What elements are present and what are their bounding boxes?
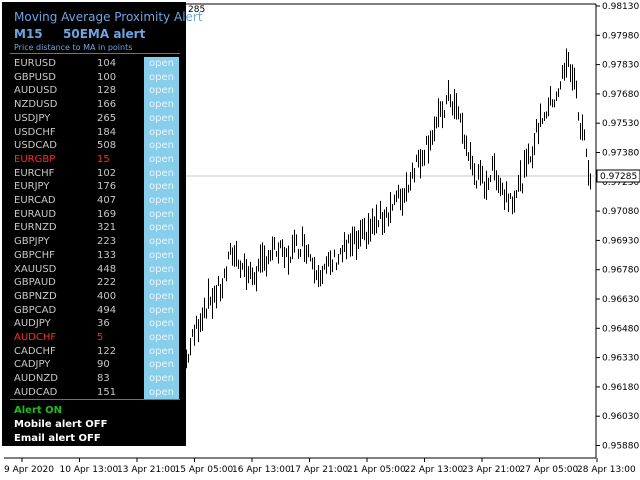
symbol-name: EURCHF (14, 167, 55, 179)
y-tick-label: 0.96780 (602, 266, 639, 276)
email-alert-status[interactable]: Email alert OFF (14, 433, 101, 444)
symbol-name: GBPNZD (14, 290, 57, 302)
symbol-name: EURGBP (14, 153, 56, 165)
x-tick-label: 23 Apr 21:00 (462, 465, 521, 475)
symbol-name: NZDUSD (14, 99, 58, 111)
distance-value: 265 (97, 112, 117, 124)
symbol-name: AUDUSD (14, 85, 58, 97)
distance-value: 448 (97, 263, 117, 275)
y-tick-label: 0.96930 (602, 236, 639, 246)
y-tick-label: 0.96480 (602, 324, 639, 334)
distance-value: 15 (97, 153, 110, 165)
distance-value: 494 (97, 304, 117, 316)
distance-value: 151 (97, 386, 117, 398)
symbol-name: AUDCAD (14, 386, 58, 398)
y-tick-label: 0.97680 (602, 90, 639, 100)
timeframe-label: M15 (14, 27, 43, 41)
distance-value: 223 (97, 236, 117, 248)
x-tick-label: 28 Apr 13:00 (577, 465, 636, 475)
symbol-name: CADJPY (14, 359, 51, 371)
y-tick-label: 0.97080 (602, 207, 639, 217)
distance-value: 508 (97, 140, 117, 152)
y-tick-label: 0.96330 (602, 354, 639, 364)
panel-title: Moving Average Proximity Alert (14, 10, 203, 24)
distance-value: 400 (97, 290, 117, 302)
y-tick-label: 0.98130 (602, 2, 639, 12)
distance-value: 166 (97, 99, 117, 111)
distance-value: 83 (97, 373, 110, 385)
x-tick-label: 10 Apr 13:00 (60, 465, 119, 475)
distance-value: 407 (97, 195, 117, 206)
x-tick-label: 21 Apr 05:00 (347, 465, 406, 475)
alert-status[interactable]: Alert ON (14, 405, 62, 416)
symbol-name: EURJPY (14, 181, 50, 193)
symbol-name: EURNZD (14, 222, 57, 234)
symbol-name: EURUSD (14, 58, 56, 69)
y-tick-label: 0.97830 (602, 61, 639, 71)
open-chart-button[interactable]: open (144, 385, 179, 400)
symbol-name: EURAUD (14, 208, 57, 220)
distance-value: 90 (97, 359, 110, 371)
distance-value: 176 (97, 181, 117, 193)
distance-value: 104 (97, 58, 117, 69)
current-price-label: 0.97285 (600, 172, 637, 182)
x-tick-label: 17 Apr 21:00 (290, 465, 349, 475)
symbol-name: GBPUSD (14, 71, 57, 83)
distance-value: 100 (97, 71, 117, 83)
distance-value: 122 (97, 345, 117, 357)
distance-value: 169 (97, 208, 117, 220)
distance-value: 321 (97, 222, 117, 234)
symbol-name: XAUUSD (14, 263, 57, 275)
distance-value: 133 (97, 249, 117, 261)
symbol-name: EURCAD (14, 195, 56, 206)
symbol-name: USDJPY (14, 112, 51, 124)
distance-value: 128 (97, 85, 117, 97)
y-tick-label: 0.96180 (602, 383, 639, 393)
distance-value: 184 (97, 126, 117, 138)
mobile-alert-status[interactable]: Mobile alert OFF (14, 419, 107, 430)
symbol-name: AUDNZD (14, 373, 58, 385)
divider (10, 53, 180, 54)
symbol-name: USDCHF (14, 126, 56, 138)
distance-value: 222 (97, 277, 117, 289)
symbol-name: GBPAUD (14, 277, 56, 289)
x-tick-label: 16 Apr 13:00 (232, 465, 291, 475)
symbol-name: GBPCAD (14, 304, 57, 316)
symbol-name: AUDCHF (14, 332, 57, 343)
y-tick-label: 0.96030 (602, 412, 639, 422)
y-tick-label: 0.97380 (602, 149, 639, 159)
x-tick-label: 15 Apr 05:00 (175, 465, 234, 475)
panel-subtitle: M15 50EMA alert (14, 27, 145, 41)
y-tick-label: 0.97980 (602, 31, 639, 41)
symbol-name: CADCHF (14, 345, 56, 357)
divider (10, 399, 180, 400)
ma-label: 50EMA alert (63, 27, 146, 41)
symbol-name: GBPJPY (14, 236, 50, 248)
y-tick-label: 0.95880 (602, 442, 639, 452)
current-price-tag: 0.97285 (596, 169, 640, 183)
y-tick-label: 0.97530 (602, 119, 639, 129)
distance-value: 102 (97, 167, 117, 179)
symbol-name: GBPCHF (14, 249, 55, 261)
distance-value: 5 (97, 332, 104, 343)
distance-value: 36 (97, 318, 110, 330)
symbol-name: AUDJPY (14, 318, 51, 330)
x-tick-label: 22 Apr 13:00 (405, 465, 464, 475)
distance-caption: Price distance to MA in points (14, 43, 133, 52)
symbol-name: USDCAD (14, 140, 57, 152)
x-axis: 9 Apr 2020 10 Apr 13:0013 Apr 21:0015 Apr… (4, 458, 636, 475)
y-tick-label: 0.96630 (602, 295, 639, 305)
x-tick-label: 13 Apr 21:00 (117, 465, 176, 475)
proximity-alert-panel: Moving Average Proximity Alert M15 50EMA… (2, 2, 203, 446)
x-tick-label: 27 Apr 05:00 (520, 465, 579, 475)
price-bars (186, 48, 591, 369)
x-tick-label: 9 Apr 2020 (4, 465, 54, 475)
y-axis: 0.98130 0.97980 0.97830 0.97680 0.97530 0.973… (596, 2, 639, 452)
